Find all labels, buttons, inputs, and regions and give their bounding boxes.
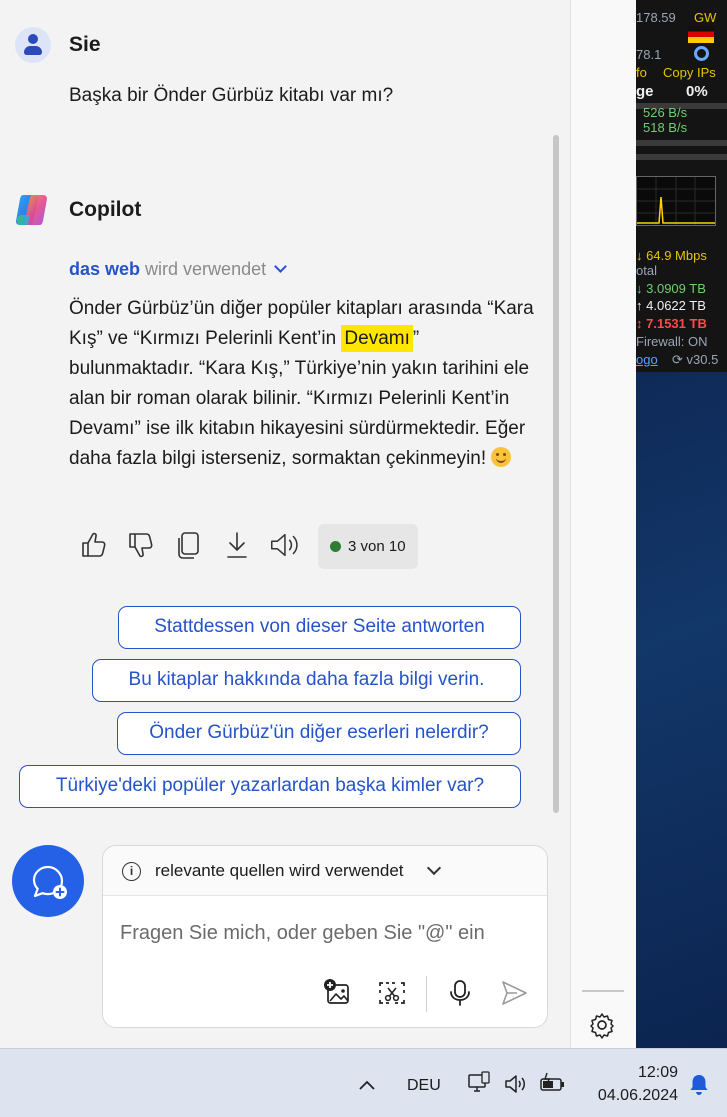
- widget-total-label: otal: [636, 263, 657, 278]
- download-icon[interactable]: [221, 529, 253, 561]
- chevron-up-icon[interactable]: [357, 1078, 377, 1092]
- network-meter-widget: 178.59 GW 78.1 fo Copy IPs ge 0% 526 B/s…: [636, 0, 727, 372]
- answer-text: Önder Gürbüz’ün diğer popüler kitapları …: [69, 298, 534, 349]
- chevron-down-icon: [426, 860, 442, 876]
- widget-total-down: ↓ 3.0909 TB: [636, 281, 706, 296]
- toolbar-divider: [426, 976, 427, 1012]
- traffic-graph: [636, 176, 716, 226]
- widget-ip-text: 178.59: [636, 10, 676, 25]
- user-avatar: [15, 27, 51, 63]
- composer: i relevante quellen wird verwendet: [102, 845, 548, 1028]
- source-mode-label: relevante quellen wird verwendet: [155, 861, 404, 880]
- suggestion-chip[interactable]: Stattdessen von dieser Seite antworten: [118, 606, 521, 649]
- globe-icon: [694, 46, 709, 61]
- download-rate: 526 B/s: [643, 105, 688, 120]
- side-panel: [570, 0, 636, 1048]
- suggestion-chip[interactable]: Türkiye'deki popüler yazarlardan başka k…: [19, 765, 521, 808]
- widget-info-label: fo: [636, 65, 647, 80]
- widget-usage-label: ge: [636, 83, 654, 100]
- status-dot: [330, 541, 341, 552]
- flag-icon: [688, 26, 714, 43]
- gear-icon[interactable]: [588, 1011, 616, 1039]
- widget-usage-value: 0%: [686, 83, 708, 100]
- widget-ip2-text: 78.1: [636, 47, 662, 62]
- upload-rate: 518 B/s: [643, 120, 688, 135]
- source-suffix: wird verwendet: [145, 259, 267, 279]
- send-icon[interactable]: [499, 978, 529, 1008]
- copilot-name: Copilot: [69, 198, 142, 221]
- screenshot-icon[interactable]: [377, 978, 407, 1008]
- side-divider: [582, 990, 624, 992]
- suggestion-chip[interactable]: Önder Gürbüz'ün diğer eserleri nelerdir?: [117, 712, 521, 755]
- widget-bar: [636, 140, 727, 146]
- speaker-icon[interactable]: [268, 529, 300, 561]
- clock[interactable]: 12:09 04.06.2024: [590, 1061, 678, 1107]
- add-image-icon[interactable]: [323, 978, 353, 1008]
- user-message: Başka bir Önder Gürbüz kitabı var mı?: [69, 85, 394, 106]
- chevron-down-icon: [274, 260, 287, 273]
- battery-icon[interactable]: [539, 1072, 567, 1094]
- widget-logo-link[interactable]: ogo: [636, 352, 658, 367]
- copilot-logo-icon: [16, 195, 47, 225]
- firewall-status: Firewall: ON: [636, 334, 708, 349]
- widget-version: ⟳ v30.5: [672, 352, 719, 367]
- answer-highlight: Devamı: [341, 325, 413, 352]
- microphone-icon[interactable]: [445, 978, 475, 1008]
- widget-total-up-text: 4.0622 TB: [646, 298, 706, 313]
- source-toggle[interactable]: das web wird verwendet: [69, 259, 287, 280]
- clock-time: 12:09: [637, 1064, 678, 1081]
- taskbar: DEU 12:09 04.06.2024: [0, 1048, 727, 1117]
- response-counter-text: 3 von 10: [348, 538, 406, 555]
- smile-emoji-icon: [491, 447, 512, 467]
- notification-bell-icon[interactable]: [688, 1073, 710, 1097]
- widget-bar: [636, 154, 727, 160]
- network-icon[interactable]: [467, 1071, 491, 1097]
- language-indicator[interactable]: DEU: [407, 1077, 441, 1095]
- widget-total-down-text: 3.0909 TB: [646, 281, 706, 296]
- new-chat-icon: [32, 865, 67, 899]
- widget-total-up: ↑ 4.0622 TB: [636, 298, 706, 313]
- screen: Sie Başka bir Önder Gürbüz kitabı var mı…: [0, 0, 727, 1117]
- chat-scrollbar[interactable]: [553, 135, 559, 813]
- thumbs-down-icon[interactable]: [125, 529, 157, 561]
- suggestion-chip[interactable]: Bu kitaplar hakkında daha fazla bilgi ve…: [92, 659, 521, 702]
- new-topic-button[interactable]: [12, 845, 84, 917]
- info-icon: i: [122, 862, 141, 881]
- source-mode-selector[interactable]: i relevante quellen wird verwendet: [103, 846, 547, 896]
- copy-ips-link[interactable]: Copy IPs: [663, 65, 716, 80]
- copy-icon[interactable]: [173, 529, 205, 561]
- user-name: Sie: [69, 33, 101, 56]
- clock-date: 04.06.2024: [597, 1087, 678, 1104]
- copilot-chat-pane: Sie Başka bir Önder Gürbüz kitabı var mı…: [0, 0, 570, 1048]
- copilot-answer: Önder Gürbüz’ün diğer popüler kitapları …: [69, 294, 539, 474]
- response-counter: 3 von 10: [318, 524, 418, 569]
- chat-input[interactable]: [120, 918, 530, 948]
- widget-speed: ↓ 64.9 Mbps: [636, 248, 707, 263]
- widget-version-text: v30.5: [686, 352, 719, 367]
- widget-total-sum-text: 7.1531 TB: [646, 316, 707, 331]
- widget-total-sum: ↕ 7.1531 TB: [636, 316, 707, 331]
- source-label: das web: [69, 259, 141, 279]
- widget-speed-text: 64.9 Mbps: [646, 248, 707, 263]
- desktop-background: 178.59 GW 78.1 fo Copy IPs ge 0% 526 B/s…: [636, 0, 727, 1048]
- widget-gw-label: GW: [694, 10, 717, 25]
- answer-text-cont: ” bulunmaktadır. “Kara Kış,” Türkiye’nin…: [69, 328, 530, 469]
- volume-icon[interactable]: [504, 1073, 528, 1095]
- thumbs-up-icon[interactable]: [78, 529, 110, 561]
